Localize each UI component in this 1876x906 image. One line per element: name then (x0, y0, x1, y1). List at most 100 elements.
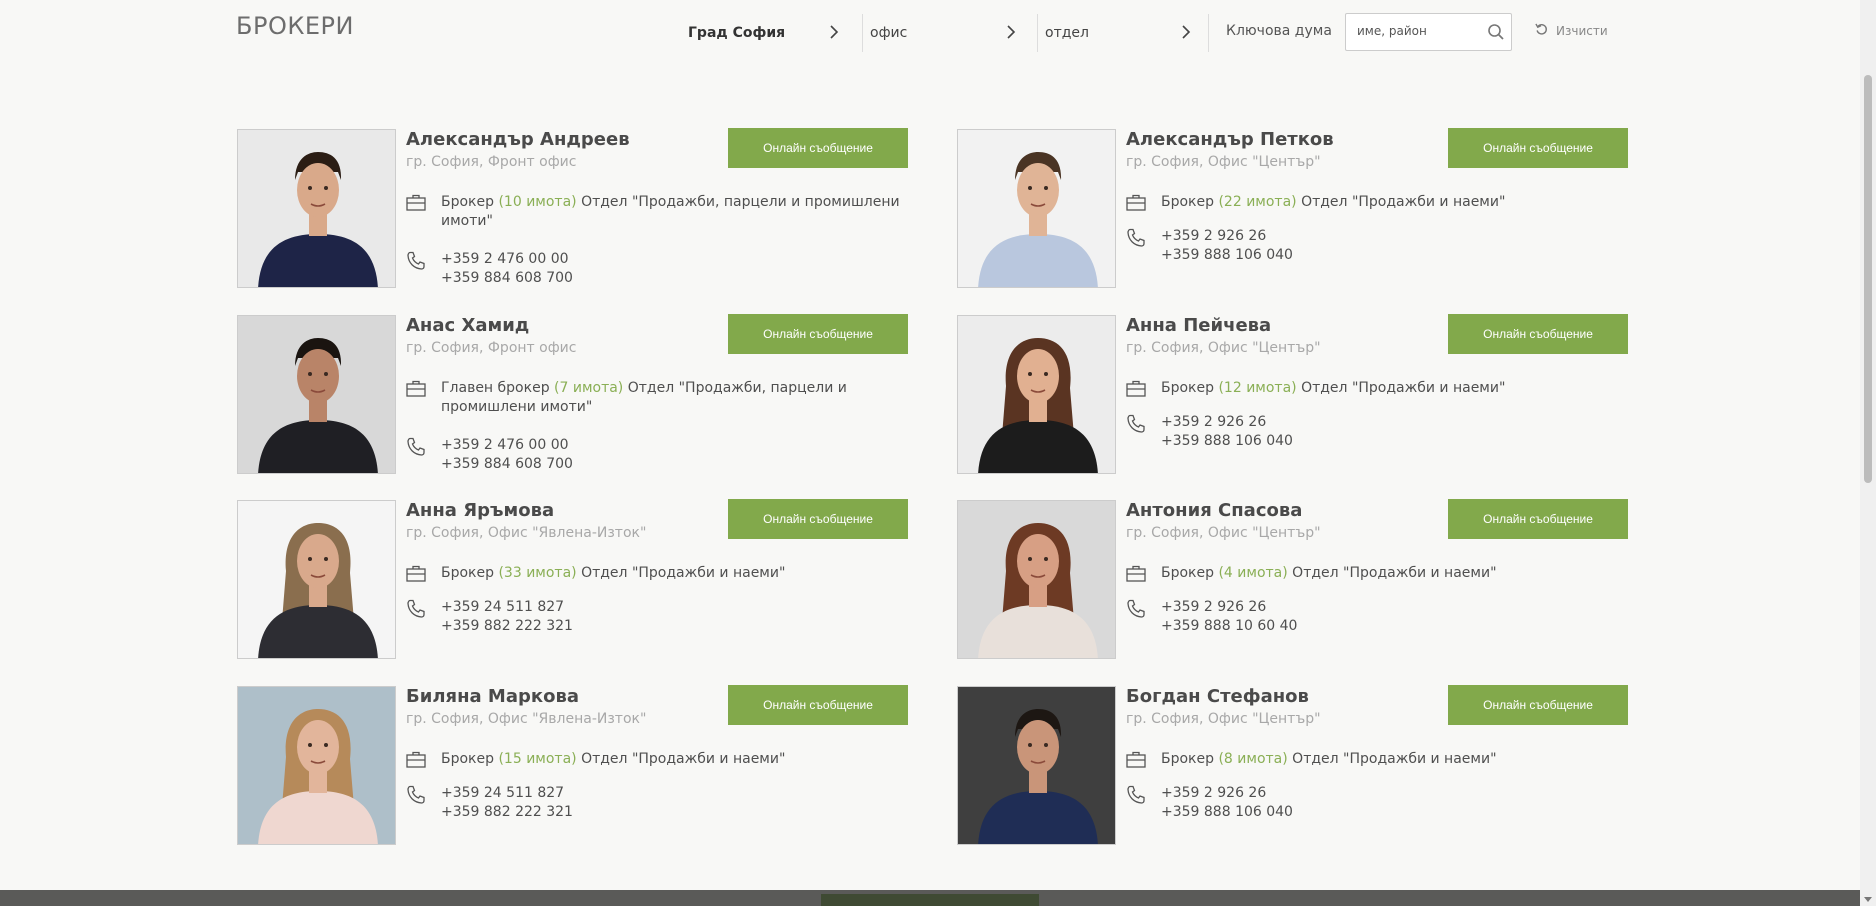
broker-phone-2[interactable]: +359 882 222 321 (441, 803, 573, 822)
broker-phone-1[interactable]: +359 2 476 00 00 (441, 250, 573, 269)
listings-count-link[interactable]: (7 имота) (554, 380, 623, 396)
broker-phones: +359 2 476 00 00 +359 884 608 700 (406, 436, 706, 474)
briefcase-icon (1126, 193, 1161, 215)
broker-phone-list: +359 2 926 26 +359 888 10 60 40 (1161, 598, 1297, 636)
broker-phone-1[interactable]: +359 24 511 827 (441, 598, 573, 617)
scrollbar-thumb[interactable] (1864, 75, 1872, 483)
broker-phone-2[interactable]: +359 888 106 040 (1161, 803, 1293, 822)
broker-name[interactable]: Александър Петков (1126, 129, 1334, 150)
broker-phone-2[interactable]: +359 888 106 040 (1161, 432, 1293, 451)
broker-name[interactable]: Антония Спасова (1126, 500, 1302, 521)
broker-phone-list: +359 2 926 26 +359 888 106 040 (1161, 413, 1293, 451)
office-filter-label: офис (870, 25, 908, 41)
broker-role-text: Брокер (15 имота) Отдел "Продажби и наем… (441, 750, 785, 769)
online-message-button[interactable]: Онлайн съобщение (1448, 685, 1628, 725)
broker-department: Отдел "Продажби и наеми" (1292, 565, 1497, 581)
broker-phone-1[interactable]: +359 24 511 827 (441, 784, 573, 803)
phone-icon (1126, 598, 1161, 623)
broker-phone-list: +359 2 926 26 +359 888 106 040 (1161, 227, 1293, 265)
broker-office: гр. София, Офис "Център" (1126, 525, 1321, 541)
broker-office: гр. София, Офис "Явлена-Изток" (406, 525, 647, 541)
listings-count-link[interactable]: (8 имота) (1218, 751, 1287, 767)
phone-icon (1126, 784, 1161, 809)
broker-card: Анна Пейчева гр. София, Офис "Център" Он… (957, 314, 1628, 475)
broker-name[interactable]: Анас Хамид (406, 315, 529, 336)
city-filter[interactable]: Град София (688, 14, 843, 52)
broker-photo[interactable] (957, 686, 1116, 845)
broker-phone-2[interactable]: +359 888 10 60 40 (1161, 617, 1297, 636)
briefcase-icon (1126, 379, 1161, 401)
broker-phone-2[interactable]: +359 882 222 321 (441, 617, 573, 636)
search-icon[interactable] (1487, 23, 1505, 45)
broker-name[interactable]: Александър Андреев (406, 129, 630, 150)
scroll-down-arrow[interactable] (1864, 897, 1872, 902)
online-message-button[interactable]: Онлайн съобщение (728, 128, 908, 168)
phone-icon (1126, 413, 1161, 438)
broker-department: Отдел "Продажби и наеми" (581, 565, 786, 581)
listings-count-link[interactable]: (12 имота) (1218, 380, 1296, 396)
broker-phones: +359 24 511 827 +359 882 222 321 (406, 784, 706, 822)
phone-icon (1126, 227, 1161, 252)
city-filter-label: Град София (688, 25, 786, 41)
broker-phone-1[interactable]: +359 2 926 26 (1161, 598, 1297, 617)
chevron-right-icon (1006, 23, 1016, 44)
online-message-button[interactable]: Онлайн съобщение (728, 685, 908, 725)
listings-count-link[interactable]: (22 имота) (1218, 194, 1296, 210)
listings-count-link[interactable]: (4 имота) (1218, 565, 1287, 581)
online-message-button[interactable]: Онлайн съобщение (1448, 314, 1628, 354)
broker-photo[interactable] (957, 129, 1116, 288)
broker-name[interactable]: Анна Пейчева (1126, 315, 1271, 336)
broker-phone-1[interactable]: +359 2 476 00 00 (441, 436, 573, 455)
broker-department: Отдел "Продажби и наеми" (1301, 194, 1506, 210)
broker-photo[interactable] (237, 500, 396, 659)
broker-phone-1[interactable]: +359 2 926 26 (1161, 784, 1293, 803)
broker-phone-list: +359 24 511 827 +359 882 222 321 (441, 784, 573, 822)
briefcase-icon (406, 564, 441, 586)
department-filter[interactable]: отдел (1037, 14, 1195, 52)
broker-phone-list: +359 24 511 827 +359 882 222 321 (441, 598, 573, 636)
broker-phone-1[interactable]: +359 2 926 26 (1161, 413, 1293, 432)
briefcase-icon (406, 193, 441, 215)
broker-office: гр. София, Фронт офис (406, 154, 577, 170)
broker-phone-2[interactable]: +359 888 106 040 (1161, 246, 1293, 265)
chevron-right-icon (829, 23, 839, 44)
clear-button[interactable]: Изчисти (1535, 23, 1608, 39)
broker-office: гр. София, Офис "Явлена-Изток" (406, 711, 647, 727)
broker-role-row: Брокер (10 имота) Отдел "Продажби, парце… (406, 193, 906, 231)
broker-role-text: Брокер (10 имота) Отдел "Продажби, парце… (441, 193, 906, 231)
broker-office: гр. София, Фронт офис (406, 340, 577, 356)
search-field[interactable] (1345, 13, 1512, 51)
online-message-button[interactable]: Онлайн съобщение (728, 499, 908, 539)
online-message-button[interactable]: Онлайн съобщение (728, 314, 908, 354)
broker-photo[interactable] (237, 686, 396, 845)
broker-name[interactable]: Анна Яръмова (406, 500, 554, 521)
online-message-button[interactable]: Онлайн съобщение (1448, 128, 1628, 168)
broker-name[interactable]: Биляна Маркова (406, 686, 579, 707)
broker-role: Брокер (441, 565, 495, 581)
broker-phone-list: +359 2 476 00 00 +359 884 608 700 (441, 436, 573, 474)
online-message-button[interactable]: Онлайн съобщение (1448, 499, 1628, 539)
broker-role-text: Брокер (8 имота) Отдел "Продажби и наеми… (1161, 750, 1497, 769)
broker-name[interactable]: Богдан Стефанов (1126, 686, 1309, 707)
listings-count-link[interactable]: (15 имота) (498, 751, 576, 767)
broker-office: гр. София, Офис "Център" (1126, 340, 1321, 356)
broker-phone-2[interactable]: +359 884 608 700 (441, 455, 573, 474)
broker-role: Главен брокер (441, 380, 550, 396)
scrollbar[interactable] (1860, 0, 1876, 906)
broker-role-row: Брокер (33 имота) Отдел "Продажби и наем… (406, 564, 906, 586)
listings-count-link[interactable]: (10 имота) (498, 194, 576, 210)
broker-phone-1[interactable]: +359 2 926 26 (1161, 227, 1293, 246)
listings-count-link[interactable]: (33 имота) (498, 565, 576, 581)
broker-phone-2[interactable]: +359 884 608 700 (441, 269, 573, 288)
keyword-label: Ключова дума (1226, 23, 1332, 39)
briefcase-icon (406, 379, 441, 401)
office-filter[interactable]: офис (862, 14, 1020, 52)
search-input[interactable] (1357, 24, 1477, 38)
broker-photo[interactable] (957, 500, 1116, 659)
broker-photo[interactable] (957, 315, 1116, 474)
broker-photo[interactable] (237, 129, 396, 288)
broker-office: гр. София, Офис "Център" (1126, 711, 1321, 727)
broker-department: Отдел "Продажби и наеми" (1301, 380, 1506, 396)
broker-photo[interactable] (237, 315, 396, 474)
broker-role-text: Брокер (12 имота) Отдел "Продажби и наем… (1161, 379, 1505, 398)
